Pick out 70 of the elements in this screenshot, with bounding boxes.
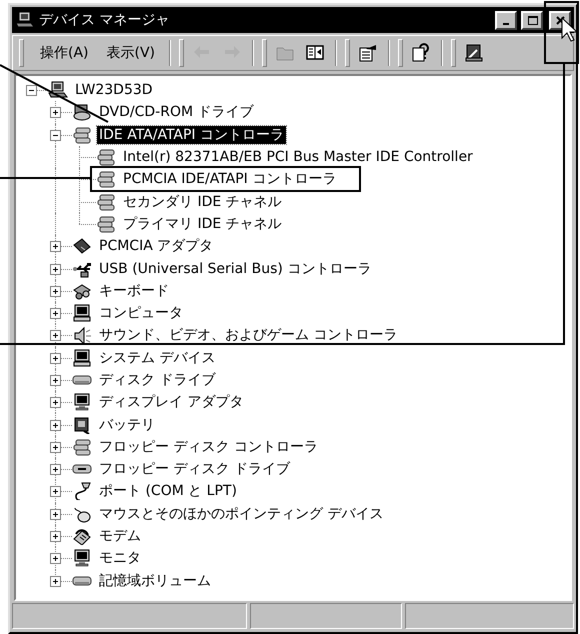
split-view-icon[interactable] [305,43,326,63]
tree-item[interactable]: ディスプレイ アダプタ [97,393,246,412]
expand-icon[interactable] [50,308,61,320]
expand-icon[interactable] [50,330,61,342]
computer-icon [72,348,92,367]
collapse-icon[interactable] [50,130,61,141]
disk-stack-icon [96,192,116,211]
expand-icon[interactable] [50,576,61,587]
expand-icon[interactable] [50,241,61,252]
maximize-button[interactable] [521,10,543,30]
disk-stack-icon [72,438,92,456]
tree-item[interactable]: キーボード [97,282,171,300]
menu-item[interactable]: 操作(A) [32,41,97,65]
tree-item[interactable]: システム デバイス [97,348,218,367]
disk-stack-icon [96,148,116,166]
tree-item[interactable]: モニタ [97,549,143,568]
disk-stack-icon [96,214,116,233]
collapse-icon[interactable] [26,85,37,96]
tree-item[interactable]: バッテリ [97,416,157,434]
tree-item[interactable]: LW23D53D [73,81,155,100]
expand-icon[interactable] [50,486,61,498]
expand-icon[interactable] [50,107,61,118]
expand-icon[interactable] [50,286,61,297]
expand-icon[interactable] [50,420,61,431]
tree-item[interactable]: ポート (COM と LPT) [97,482,239,500]
tree-item[interactable]: プライマリ IDE チャネル [121,214,284,233]
expand-icon[interactable] [50,375,61,386]
tree-item[interactable]: モデム [97,527,143,546]
battery-icon [72,416,92,434]
tree-item[interactable]: セカンダリ IDE チャネル [121,192,284,211]
tree-item[interactable]: PCMCIA アダプタ [97,237,216,256]
speaker-icon [72,326,92,344]
tree-item[interactable]: ディスク ドライブ [97,371,218,389]
expand-icon[interactable] [50,464,61,476]
tree-item[interactable]: Intel(r) 82371AB/EB PCI Bus Master IDE Controller [121,148,475,166]
expand-icon[interactable] [50,442,61,453]
expand-icon[interactable] [50,397,61,408]
computer-icon [48,81,68,100]
tree-item[interactable]: フロッピー ディスク ドライブ [97,460,292,478]
expand-icon[interactable] [50,264,61,275]
disk-stack-icon [72,126,92,144]
expand-icon[interactable] [50,508,61,520]
tree-item[interactable]: フロッピー ディスク コントローラ [97,438,320,456]
menu-item[interactable]: 表示(V) [98,41,164,65]
minimize-button[interactable] [495,10,517,30]
tree-item[interactable]: 記憶域ボリューム [97,572,213,590]
telephone-icon [72,527,92,546]
expand-icon[interactable] [50,531,61,542]
disk-stack-icon [96,170,116,188]
expand-icon[interactable] [50,352,61,364]
tree-item[interactable]: USB (Universal Serial Bus) コントローラ [97,260,374,278]
minimize-icon [503,22,509,24]
tree-item[interactable]: PCMCIA IDE/ATAPI コントローラ [121,170,338,188]
tree-item[interactable]: IDE ATA/ATAPI コントローラ [97,126,286,144]
drive-icon [72,103,92,122]
computer-icon [72,304,92,322]
tree-item[interactable]: マウスとそのほかのポインティング デバイス [97,504,386,523]
scan-icon[interactable] [464,43,484,63]
computer-icon [15,11,35,29]
monitor-icon [72,393,92,412]
card-icon [72,237,92,256]
properties-icon[interactable] [358,43,378,63]
keyboard-icon [72,282,92,300]
window-title: デバイス マネージャ [39,11,170,29]
tree-item[interactable]: サウンド、ビデオ、およびゲーム コントローラ [97,326,400,344]
expand-icon[interactable] [50,553,61,564]
tree-item[interactable]: コンピュータ [97,304,185,322]
tree-item[interactable]: DVD/CD-ROM ドライブ [97,103,256,122]
help-icon[interactable] [411,43,432,63]
monitor-icon [72,549,92,568]
